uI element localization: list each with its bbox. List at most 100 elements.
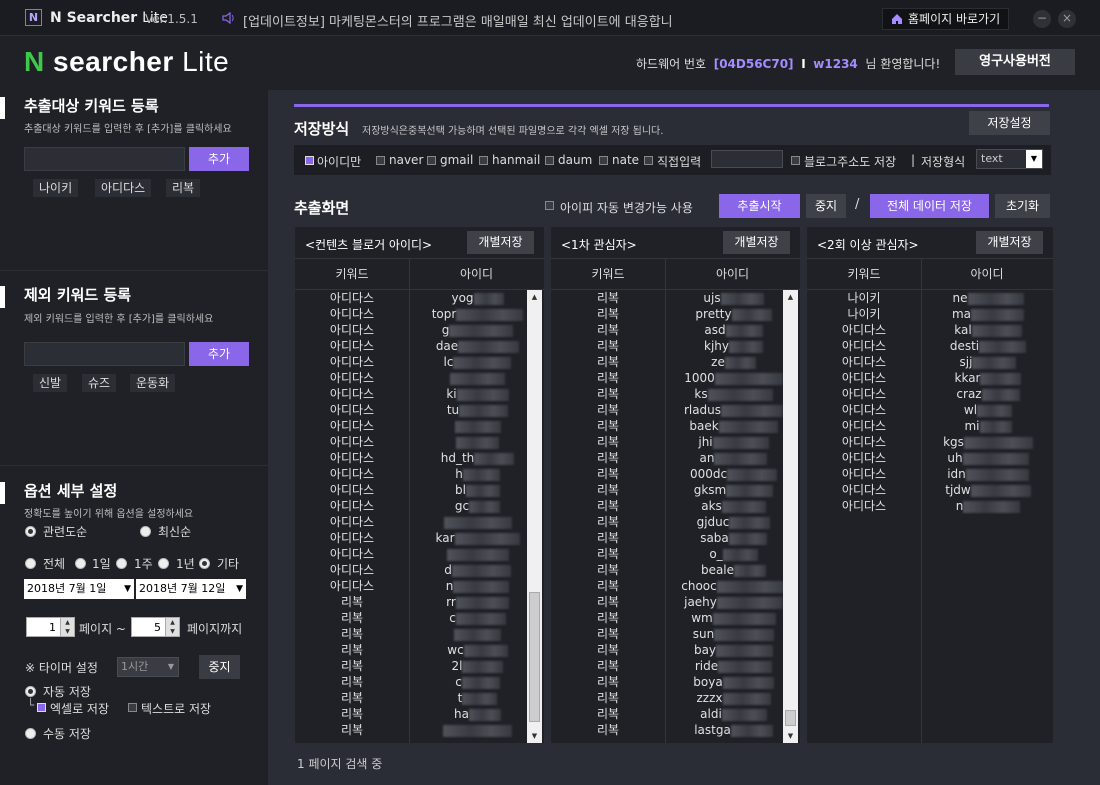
table-row[interactable]: 아디다스 idn [807,466,1053,482]
table-row[interactable]: 아디다스 h [295,466,544,482]
vertical-scrollbar[interactable]: ▲ ▼ [783,290,798,743]
table-row[interactable]: 아디다스 kar [295,530,544,546]
vertical-scrollbar[interactable]: ▲ ▼ [527,290,542,743]
table-row[interactable]: 아디다스 craz [807,386,1053,402]
start-extract-button[interactable]: 추출시작 [719,194,800,218]
stepper-arrows-icon[interactable]: ▲ ▼ [165,618,179,636]
table-row[interactable]: 리복 [295,626,544,642]
table-row[interactable]: 리복 000dc [551,466,800,482]
date-from-picker[interactable]: 2018년 7월 1일 ▼ [24,579,134,599]
table-row[interactable]: 아디다스 g [295,322,544,338]
table-row[interactable]: 리복 jaehy [551,594,800,610]
table-row[interactable]: 아디다스 uh [807,450,1053,466]
table-row[interactable]: 리복 1000 [551,370,800,386]
table-row[interactable]: 아디다스 tu [295,402,544,418]
scrollbar-thumb[interactable] [785,710,796,726]
table-row[interactable]: 리복 gksm [551,482,800,498]
scroll-up-icon[interactable]: ▲ [783,290,798,304]
blog-address-checkbox[interactable] [791,156,800,165]
table-row[interactable]: 리복 aks [551,498,800,514]
scroll-down-icon[interactable]: ▼ [783,729,798,743]
close-button[interactable]: × [1058,10,1076,28]
table-row[interactable]: 아디다스 yog [295,290,544,306]
table-row[interactable]: 아디다스 [295,546,544,562]
table-row[interactable]: 리복 asd [551,322,800,338]
sort-latest-radio[interactable] [140,526,151,537]
keyword-column-header[interactable]: 키워드 [295,259,409,290]
extract-keyword-input[interactable] [24,147,185,171]
extract-tag[interactable]: 나이키 [33,179,79,197]
table-row[interactable]: 아디다스 desti [807,338,1053,354]
direct-input-field[interactable] [711,150,783,168]
id-only-checkbox[interactable] [305,156,314,165]
scroll-up-icon[interactable]: ▲ [527,290,542,304]
table-row[interactable]: 리복 aldi [551,706,800,722]
exclude-add-button[interactable]: 추가 [189,342,249,366]
daum-checkbox[interactable] [545,156,554,165]
format-select[interactable]: text ▼ [976,149,1043,169]
table-row[interactable]: 아디다스 ki [295,386,544,402]
id-column-header[interactable]: 아이디 [409,259,544,290]
table-row[interactable]: 아디다스 [295,514,544,530]
timer-stop-button[interactable]: 중지 [199,655,240,679]
update-notice[interactable]: [업데이트정보] 마케팅몬스터의 프로그램은 매일매일 최신 업데이트에 대응합… [243,11,673,30]
table-row[interactable]: 나이키 ne [807,290,1053,306]
stepper-arrows-icon[interactable]: ▲ ▼ [60,618,74,636]
table-row[interactable]: 리복 ujs [551,290,800,306]
period-1week-radio[interactable] [116,558,127,569]
table-row[interactable]: 아디다스 topr [295,306,544,322]
table-row[interactable]: 리복 kjhy [551,338,800,354]
table-row[interactable]: 리복 ha [295,706,544,722]
table-row[interactable]: 아디다스 d [295,562,544,578]
table-row[interactable]: 리복 [295,722,544,738]
direct-input-checkbox[interactable] [644,156,653,165]
ip-change-checkbox[interactable] [545,201,554,210]
scroll-down-icon[interactable]: ▼ [527,729,542,743]
table-row[interactable]: 아디다스 hd_th [295,450,544,466]
hanmail-checkbox[interactable] [479,156,488,165]
page-from-stepper[interactable]: 1 ▲ ▼ [26,617,75,637]
table-row[interactable]: 아디다스 n [807,498,1053,514]
exclude-tag[interactable]: 슈즈 [82,374,117,392]
table-row[interactable]: 리복 c [295,674,544,690]
table-row[interactable]: 아디다스 bl [295,482,544,498]
naver-checkbox[interactable] [376,156,385,165]
id-column-header[interactable]: 아이디 [921,259,1053,290]
table-row[interactable]: 리복 c [295,610,544,626]
table-row[interactable]: 아디다스 gc [295,498,544,514]
scrollbar-thumb[interactable] [529,592,540,722]
permanent-version-button[interactable]: 영구사용버전 [955,49,1075,75]
table-row[interactable]: 리복 bay [551,642,800,658]
table-row[interactable]: 리복 lastga [551,722,800,738]
table-row[interactable]: 리복 chooc [551,578,800,594]
table-row[interactable]: 리복 baek [551,418,800,434]
individual-save-button[interactable]: 개별저장 [723,231,790,254]
save-all-button[interactable]: 전체 데이터 저장 [870,194,989,218]
manual-save-radio[interactable] [25,728,36,739]
table-row[interactable]: 아디다스 kkar [807,370,1053,386]
gmail-checkbox[interactable] [427,156,436,165]
exclude-tag[interactable]: 운동화 [130,374,176,392]
table-row[interactable]: 아디다스 mi [807,418,1053,434]
table-row[interactable]: 리복 beale [551,562,800,578]
text-save-checkbox[interactable] [128,703,137,712]
table-row[interactable]: 아디다스 [295,418,544,434]
table-row[interactable]: 아디다스 [295,434,544,450]
table-row[interactable]: 리복 rladus [551,402,800,418]
save-settings-button[interactable]: 저장설정 [969,111,1050,135]
table-row[interactable]: 리복 zzzx [551,690,800,706]
table-row[interactable]: 리복 saba [551,530,800,546]
table-row[interactable]: 리복 t [295,690,544,706]
extract-add-button[interactable]: 추가 [189,147,249,171]
page-to-stepper[interactable]: 5 ▲ ▼ [131,617,180,637]
individual-save-button[interactable]: 개별저장 [467,231,534,254]
reset-button[interactable]: 초기화 [995,194,1050,218]
period-1year-radio[interactable] [158,558,169,569]
minimize-button[interactable]: − [1033,10,1051,28]
table-row[interactable]: 아디다스 wl [807,402,1053,418]
table-row[interactable]: 리복 ride [551,658,800,674]
extract-tag[interactable]: 리복 [166,179,201,197]
timer-select[interactable]: 1시간 ▼ [117,657,179,677]
table-row[interactable]: 아디다스 dae [295,338,544,354]
stop-extract-button[interactable]: 중지 [806,194,846,218]
